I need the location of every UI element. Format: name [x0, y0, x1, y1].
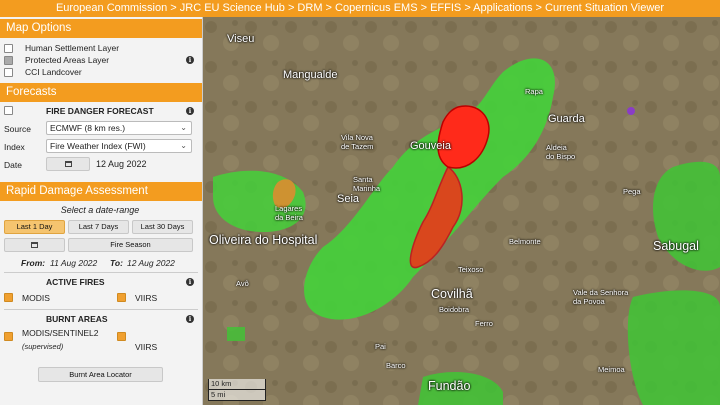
fire-season-button[interactable]: Fire Season	[68, 238, 193, 252]
label-lagares: Lagares da Beira	[275, 204, 303, 222]
label-rapa: Rapa	[525, 87, 543, 96]
map-scale: 10 km 5 mi	[208, 379, 266, 401]
viirs-burnt-label: VIIRS	[135, 342, 158, 352]
label-seia: Seia	[337, 193, 360, 205]
protected-area-small	[227, 327, 245, 341]
layer-label: Protected Areas Layer	[25, 55, 110, 65]
forecasts-header[interactable]: Forecasts	[0, 83, 202, 102]
chevron-down-icon: ⌄	[180, 141, 187, 150]
label-belmonte: Belmonte	[509, 237, 541, 246]
label-avo: Avô	[236, 279, 249, 288]
label-guarda: Guarda	[548, 113, 585, 125]
layer-protected-areas[interactable]: Protected Areas Layer i	[0, 54, 202, 66]
label-covilha: Covilhã	[431, 287, 473, 301]
calendar-icon	[31, 242, 38, 249]
index-label: Index	[4, 142, 25, 152]
divider	[4, 272, 198, 273]
scale-mi: 5 mi	[208, 390, 266, 401]
date-value: 12 Aug 2022	[96, 159, 147, 169]
side-panel: Map Options Human Settlement Layer Prote…	[0, 17, 203, 405]
from-value: 11 Aug 2022	[50, 258, 98, 268]
label-aldeia: Aldeia do Bispo	[546, 143, 576, 161]
fire-danger-label: FIRE DANGER FORECAST	[46, 106, 154, 116]
source-label: Source	[4, 124, 31, 134]
label-barco: Barco	[386, 361, 406, 370]
rapid-body: Select a date-range Last 1 Day Last 7 Da…	[0, 201, 202, 391]
index-value: Fire Weather Index (FWI)	[50, 141, 146, 151]
to-value: 12 Aug 2022	[127, 258, 175, 268]
label-fundao: Fundão	[428, 379, 471, 393]
modis-checkbox[interactable]	[4, 293, 13, 302]
viirs-label: VIIRS	[135, 293, 158, 303]
label-santa-marinha: Santa Marinha	[353, 175, 381, 193]
info-icon[interactable]: i	[186, 278, 194, 286]
fire-hotspot	[627, 107, 635, 115]
index-select[interactable]: Fire Weather Index (FWI) ⌄	[46, 139, 192, 153]
info-icon[interactable]: i	[186, 315, 194, 323]
checkbox[interactable]	[4, 67, 13, 77]
protected-area-se	[627, 290, 720, 405]
viirs-checkbox[interactable]	[117, 293, 126, 302]
forecasts-body: FIRE DANGER FORECAST i Source ECMWF (8 k…	[0, 102, 202, 180]
last-30-days-button[interactable]: Last 30 Days	[132, 220, 193, 234]
active-fires-label: ACTIVE FIRES	[46, 277, 105, 287]
divider	[4, 309, 198, 310]
checkbox[interactable]	[4, 43, 13, 53]
label-gouveia: Gouveia	[410, 140, 451, 152]
burnt-area-locator-button[interactable]: Burnt Area Locator	[38, 367, 163, 382]
date-picker-button[interactable]	[46, 157, 90, 171]
layer-label: CCI Landcover	[25, 67, 82, 77]
modis-label: MODIS	[22, 293, 50, 303]
label-meimoa: Meimoa	[598, 365, 625, 374]
scale-km: 10 km	[208, 379, 266, 390]
label-vila-nova: Vila Nova de Tazem	[341, 133, 374, 151]
checkbox[interactable]	[4, 55, 13, 65]
last-1-day-button[interactable]: Last 1 Day	[4, 220, 65, 234]
layer-label: Human Settlement Layer	[25, 43, 120, 53]
layer-cci-landcover[interactable]: CCI Landcover	[0, 66, 202, 78]
map-options-header[interactable]: Map Options	[0, 19, 202, 38]
label-boidobra: Boidobra	[439, 305, 470, 314]
breadcrumb: European Commission > JRC EU Science Hub…	[0, 0, 720, 17]
label-ferro: Ferro	[475, 319, 493, 328]
info-icon[interactable]: i	[186, 56, 194, 64]
calendar-icon	[64, 161, 72, 168]
layer-human-settlement[interactable]: Human Settlement Layer	[0, 42, 202, 54]
select-range-label: Select a date-range	[60, 205, 140, 215]
last-7-days-button[interactable]: Last 7 Days	[68, 220, 129, 234]
info-icon[interactable]: i	[186, 107, 194, 115]
from-label: From:	[21, 258, 46, 268]
calendar-range-button[interactable]	[4, 238, 65, 252]
label-vale-senhora: Vale da Senhora da Povoa	[573, 288, 629, 306]
modis-sentinel-checkbox[interactable]	[4, 332, 13, 341]
viirs-burnt-checkbox[interactable]	[117, 332, 126, 341]
fire-danger-checkbox[interactable]	[4, 106, 13, 115]
source-value: ECMWF (8 km res.)	[50, 123, 126, 133]
to-label: To:	[110, 258, 123, 268]
label-pai: Pai	[375, 342, 386, 351]
source-select[interactable]: ECMWF (8 km res.) ⌄	[46, 121, 192, 135]
date-label: Date	[4, 160, 22, 170]
label-teixoso: Teixoso	[458, 265, 484, 274]
label-pega: Pega	[623, 187, 641, 196]
map-view[interactable]: Viseu Mangualde Vila Nova de Tazem Gouve…	[203, 17, 720, 405]
label-mangualde: Mangualde	[283, 69, 338, 81]
burnt-areas-label: BURNT AREAS	[46, 314, 108, 324]
label-sabugal: Sabugal	[653, 239, 699, 253]
label-oliveira: Oliveira do Hospital	[209, 233, 318, 247]
rapid-damage-header[interactable]: Rapid Damage Assessment	[0, 182, 202, 201]
modis-sentinel-label: MODIS/SENTINEL2	[22, 328, 99, 338]
chevron-down-icon: ⌄	[180, 123, 187, 132]
supervised-label: (supervised)	[22, 342, 64, 351]
label-viseu: Viseu	[227, 33, 255, 45]
